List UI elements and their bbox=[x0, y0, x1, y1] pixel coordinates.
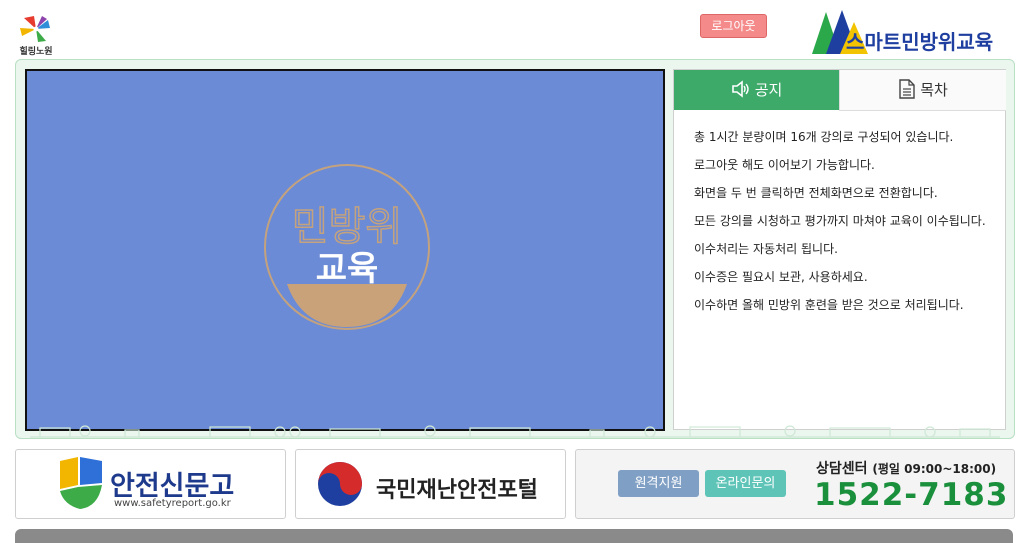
portal-title: 국민재난안전포털 bbox=[376, 478, 538, 503]
brand-title: 스마트민방위교육 bbox=[846, 30, 994, 54]
info-panel: 공지 목차 총 1시간 분량이며 16개 강의로 구성되어 있습니다. 로그아웃… bbox=[673, 69, 1006, 430]
help-center-box: 원격지원 온라인문의 상담센터 (평일 09:00~18:00) 1522-71… bbox=[575, 449, 1015, 519]
footer-bar bbox=[15, 529, 1013, 543]
safety-url: www.safetyreport.go.kr bbox=[114, 498, 231, 509]
healing-nowon-logo[interactable]: 힐링노원 bbox=[14, 14, 58, 58]
tab-notice-label: 공지 bbox=[754, 81, 783, 99]
emblem-line1: 민방위 bbox=[292, 204, 402, 250]
disaster-portal-banner[interactable]: 국민재난안전포털 bbox=[295, 449, 566, 519]
safety-report-banner[interactable]: 안전신문고 www.safetyreport.go.kr bbox=[15, 449, 286, 519]
logout-button[interactable]: 로그아웃 bbox=[700, 14, 767, 38]
notice-list: 총 1시간 분량이며 16개 강의로 구성되어 있습니다. 로그아웃 해도 이어… bbox=[694, 128, 990, 324]
remote-support-button[interactable]: 원격지원 bbox=[618, 470, 699, 497]
help-center-hours: (평일 09:00~18:00) bbox=[872, 462, 997, 476]
help-center-title: 상담센터 (평일 09:00~18:00) bbox=[816, 458, 996, 478]
online-inquiry-button[interactable]: 온라인문의 bbox=[705, 470, 786, 497]
decorative-town-strip bbox=[30, 425, 1000, 438]
taegeuk-icon bbox=[318, 462, 362, 506]
emblem-line2: 교육 bbox=[316, 249, 379, 289]
notice-item: 화면을 두 번 클릭하면 전체화면으로 전환합니다. bbox=[694, 186, 938, 200]
notice-item: 로그아웃 해도 이어보기 가능합니다. bbox=[694, 158, 875, 172]
help-center-phone: 1522-7183 bbox=[814, 477, 1009, 513]
notice-item: 총 1시간 분량이며 16개 강의로 구성되어 있습니다. bbox=[694, 130, 954, 144]
document-icon bbox=[899, 78, 915, 99]
shield-icon bbox=[60, 457, 102, 509]
tab-notice[interactable]: 공지 bbox=[674, 70, 839, 110]
notice-item: 이수증은 필요시 보관, 사용하세요. bbox=[694, 270, 868, 284]
help-center-label: 상담센터 bbox=[816, 461, 868, 477]
tab-contents-label: 목차 bbox=[920, 81, 948, 99]
logo-text: 힐링노원 bbox=[19, 47, 53, 57]
notice-item: 모든 강의를 시청하고 평가까지 마쳐야 교육이 이수됩니다. bbox=[694, 214, 986, 228]
civil-defense-emblem: 민방위 교육 bbox=[264, 164, 430, 330]
brand-logo[interactable]: 스마트민방위교육 bbox=[812, 8, 1022, 56]
notice-item: 이수하면 올해 민방위 훈련을 받은 것으로 처리됩니다. bbox=[694, 298, 964, 312]
tab-contents[interactable]: 목차 bbox=[839, 70, 1006, 111]
speaker-icon bbox=[731, 79, 749, 98]
notice-item: 이수처리는 자동처리 됩니다. bbox=[694, 242, 838, 256]
pinwheel-icon bbox=[20, 16, 50, 42]
